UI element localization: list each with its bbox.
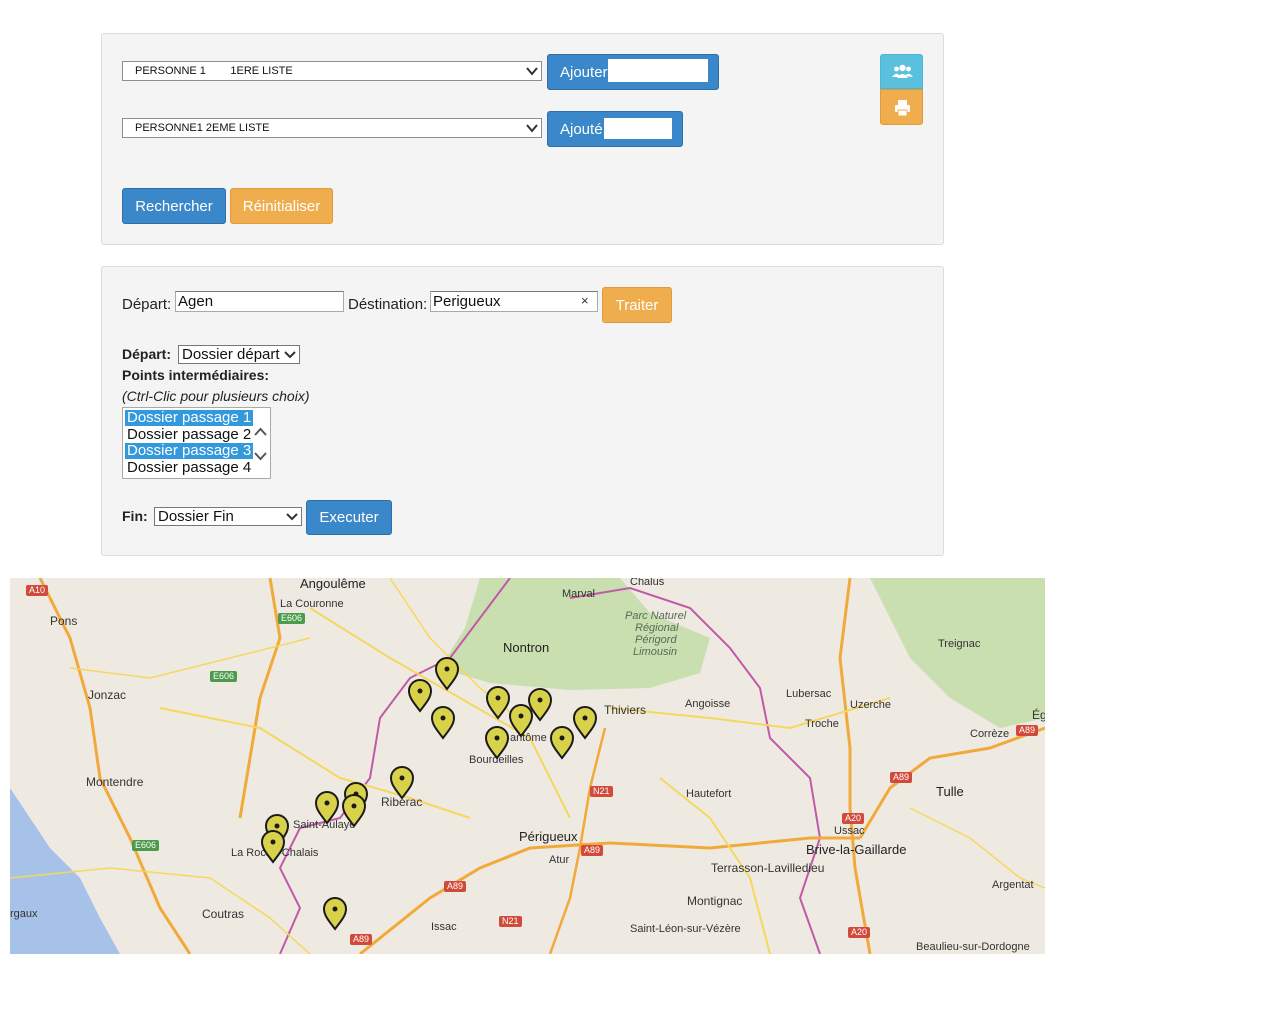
- person-list-2-value: PERSONNE1 2EME LISTE: [135, 122, 270, 134]
- place-label: Troche: [805, 718, 839, 730]
- end-select-value: Dossier Fin: [158, 508, 234, 525]
- road-badge: E606: [210, 671, 238, 682]
- place-label: Brive-la-Gaillarde: [806, 842, 907, 857]
- road-badge: A10: [26, 585, 49, 596]
- end-label: Fin:: [122, 508, 148, 524]
- place-label: Régional: [635, 622, 679, 634]
- place-label: Lubersac: [786, 688, 832, 700]
- place-label: La Couronne: [280, 598, 344, 610]
- road-badge: E606: [278, 613, 306, 624]
- place-label: Riberac: [381, 795, 423, 809]
- place-label: Périgueux: [519, 829, 578, 844]
- waypoints-listbox[interactable]: Dossier passage 1 Dossier passage 2 Doss…: [122, 407, 271, 479]
- road-badge: E606: [132, 840, 160, 851]
- chevron-down-icon: [284, 351, 296, 359]
- search-button[interactable]: Rechercher: [122, 188, 226, 224]
- place-label: Montendre: [86, 775, 144, 789]
- process-button[interactable]: Traiter: [602, 287, 672, 323]
- place-label: Angoulême: [300, 578, 366, 591]
- place-label: Saint-Aulaye: [293, 819, 356, 831]
- place-label: Corrèze: [970, 728, 1010, 740]
- road-badge: A20: [842, 813, 865, 824]
- place-label: Thiviers: [604, 703, 647, 717]
- place-label: Chalus: [630, 578, 665, 588]
- end-select[interactable]: Dossier Fin: [154, 507, 302, 526]
- place-label: Hautefort: [686, 788, 732, 800]
- place-label: antôme: [510, 732, 547, 744]
- waypoint-option-3[interactable]: Dossier passage 3: [125, 443, 254, 459]
- place-label: Coutras: [202, 907, 245, 921]
- place-label: Montignac: [687, 894, 743, 908]
- waypoints-hint: (Ctrl-Clic pour plusieurs choix): [122, 388, 310, 404]
- person-list-1-select[interactable]: PERSONNE 1 1ERE LISTE: [122, 61, 542, 81]
- place-label: Bourdeilles: [469, 754, 524, 766]
- road-badge: A89: [890, 772, 913, 783]
- print-icon: [895, 100, 910, 117]
- place-label: Nontron: [503, 640, 550, 655]
- person-list-1-value: PERSONNE 1 1ERE LISTE: [135, 65, 293, 77]
- map[interactable]: Angoulême La Couronne Chalus Marval Pons…: [10, 578, 1045, 954]
- chevron-down-icon: [526, 67, 538, 76]
- waypoint-option-2[interactable]: Dossier passage 2: [125, 427, 253, 443]
- place-label: Jonzac: [88, 688, 127, 702]
- add-button-label: Ajouter: [560, 63, 608, 81]
- users-icon: [892, 64, 913, 78]
- place-label: Pons: [50, 614, 78, 628]
- chevron-down-icon: [286, 513, 298, 521]
- group-button[interactable]: [880, 54, 923, 89]
- place-label: Marval: [562, 588, 596, 600]
- place-label: Angoisse: [685, 698, 731, 710]
- reset-button[interactable]: Réinitialiser: [230, 188, 333, 224]
- road-badge: A89: [1016, 725, 1039, 736]
- road-badge: A89: [350, 934, 373, 945]
- place-label: rgaux: [10, 908, 38, 920]
- redacted-patch: [608, 59, 708, 82]
- road-badge: N21: [499, 916, 522, 927]
- depart-label: Départ:: [122, 296, 172, 313]
- execute-button[interactable]: Executer: [306, 500, 392, 535]
- place-label: Argentat: [992, 879, 1034, 891]
- listbox-scrollbar[interactable]: [252, 409, 269, 477]
- place-label: Beaulieu-sur-Dordogne: [916, 941, 1030, 953]
- place-label: Issac: [431, 921, 457, 933]
- chevron-down-icon: [526, 124, 538, 133]
- print-button[interactable]: [880, 89, 923, 125]
- place-label: Ussac: [834, 825, 865, 837]
- depart-input[interactable]: [175, 291, 344, 312]
- person-list-2-select[interactable]: PERSONNE1 2EME LISTE: [122, 118, 542, 138]
- destination-input[interactable]: [430, 291, 598, 312]
- map-background: [10, 578, 1045, 954]
- start-select[interactable]: Dossier départ: [178, 345, 300, 364]
- road-badge: A89: [581, 845, 604, 856]
- place-label: Périgord: [635, 634, 677, 646]
- start-select-value: Dossier départ: [182, 346, 280, 363]
- place-label: Ég: [1032, 708, 1045, 722]
- chevron-up-icon: [254, 427, 267, 436]
- chevron-down-icon: [254, 452, 267, 461]
- clear-icon[interactable]: ×: [581, 293, 589, 308]
- place-label: Terrasson-Lavilledieu: [711, 861, 825, 875]
- road-badge: A89: [444, 881, 467, 892]
- road-badge: A20: [848, 927, 871, 938]
- place-label: Tulle: [936, 784, 964, 799]
- place-label: La Roche-Chalais: [231, 847, 319, 859]
- place-label: Parc Naturel: [625, 610, 687, 622]
- redacted-patch: [604, 118, 672, 139]
- added-button-label: Ajouté: [560, 120, 603, 138]
- place-label: Saint-Léon-sur-Vézère: [630, 923, 741, 935]
- place-label: Limousin: [633, 646, 678, 658]
- place-label: Treignac: [938, 638, 981, 650]
- road-badge: N21: [590, 786, 613, 797]
- start-label: Départ:: [122, 346, 172, 362]
- waypoints-label: Points intermédiaires:: [122, 367, 270, 383]
- destination-label: Déstination:: [348, 296, 428, 313]
- place-label: Atur: [549, 854, 570, 866]
- place-label: Uzerche: [850, 699, 891, 711]
- waypoint-option-4[interactable]: Dossier passage 4: [125, 460, 253, 476]
- waypoint-option-1[interactable]: Dossier passage 1: [125, 410, 254, 426]
